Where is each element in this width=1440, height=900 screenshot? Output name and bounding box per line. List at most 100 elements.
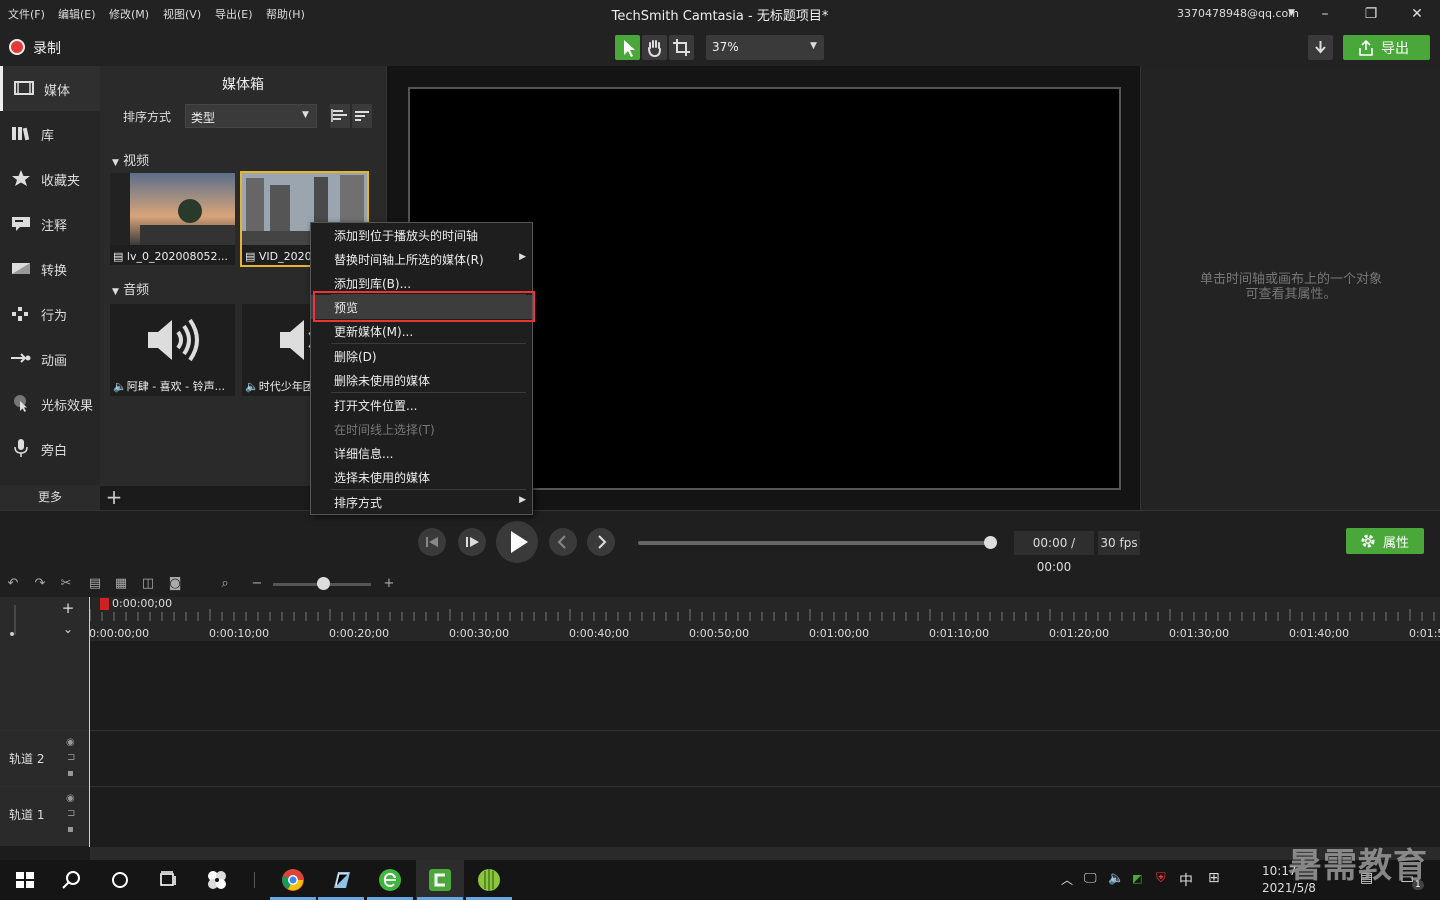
menu-item-open-file-location[interactable]: 打开文件位置...: [311, 393, 532, 417]
zoom-out-icon[interactable]: −: [249, 577, 265, 591]
download-button[interactable]: [1308, 35, 1333, 60]
camtasia-icon[interactable]: [428, 868, 452, 892]
add-track-plus-icon[interactable]: +: [60, 600, 76, 616]
playhead-marker[interactable]: [100, 598, 109, 610]
collapse-chevron-icon[interactable]: ⌄: [60, 621, 76, 637]
copy-icon[interactable]: ▤: [87, 577, 103, 591]
menu-item-replace-media[interactable]: 替换时间轴上所选的媒体(R) ▶: [311, 247, 532, 271]
sidebar-item-voice-narration[interactable]: 旁白: [0, 426, 100, 471]
menu-help[interactable]: 帮助(H): [266, 6, 305, 22]
melon-app-icon[interactable]: [477, 868, 501, 892]
play-button[interactable]: [496, 521, 538, 563]
sidebar-item-library[interactable]: 库: [0, 111, 100, 156]
zoom-search-icon[interactable]: ⌕: [217, 577, 233, 591]
security-shield-icon[interactable]: ⛨: [1156, 871, 1166, 886]
account-chevron-icon[interactable]: ▼: [1288, 8, 1295, 18]
redo-icon[interactable]: ↷: [32, 577, 48, 591]
video-section-header[interactable]: ▼ 视频: [112, 150, 149, 169]
menu-item-select-unused[interactable]: 选择未使用的媒体: [311, 465, 532, 489]
sidebar-item-animations[interactable]: 动画: [0, 336, 100, 381]
caret-down-icon: ▼: [112, 158, 119, 168]
menu-item-sort-by[interactable]: 排序方式 ▶: [311, 490, 532, 514]
audio-icon[interactable]: ▪: [67, 824, 74, 835]
menu-item-update-media[interactable]: 更新媒体(M)...: [311, 319, 532, 343]
menu-item-delete-unused[interactable]: 删除未使用的媒体: [311, 368, 532, 392]
playback-progress-knob[interactable]: [984, 536, 997, 549]
menu-item-delete[interactable]: 删除(D): [311, 344, 532, 368]
sidebar-item-media[interactable]: 媒体: [0, 66, 100, 111]
zoom-select[interactable]: 37% ▼: [706, 35, 824, 60]
chrome-icon[interactable]: [281, 868, 305, 892]
search-icon[interactable]: [60, 868, 84, 892]
sidebar-item-cursor-effects[interactable]: 光标效果: [0, 381, 100, 426]
sidebar-item-behaviors[interactable]: 行为: [0, 291, 100, 336]
menu-item-add-to-timeline[interactable]: 添加到位于播放头的时间轴: [311, 223, 532, 247]
timeline-horizontal-scrollbar[interactable]: [90, 847, 1440, 860]
record-button[interactable]: 录制: [33, 38, 61, 58]
pan-tool-button[interactable]: [642, 35, 667, 60]
minimize-button[interactable]: –: [1313, 4, 1337, 24]
pinwheel-app-icon[interactable]: [205, 868, 229, 892]
eye-icon[interactable]: ◉: [66, 793, 75, 804]
media-thumb-video-1[interactable]: ▤ lv_0_202008052...: [110, 173, 235, 265]
undo-icon[interactable]: ↶: [5, 577, 21, 591]
track-row-1[interactable]: 轨道 1 ◉ ⊐ ▪: [0, 786, 1440, 843]
task-view-icon[interactable]: [156, 868, 180, 892]
tray-expand-chevron-icon[interactable]: ︿: [1061, 871, 1073, 888]
audio-section-header[interactable]: ▼ 音频: [112, 279, 149, 298]
track-row-2[interactable]: 轨道 2 ◉ ⊐ ▪: [0, 730, 1440, 787]
media-thumb-audio-1[interactable]: 🔈阿肆 - 喜欢 - 铃声...: [110, 304, 235, 396]
previous-marker-button[interactable]: [549, 528, 577, 556]
menu-item-select-on-timeline[interactable]: 在时间线上选择(T): [311, 417, 532, 441]
zoom-in-icon[interactable]: +: [381, 577, 397, 591]
menu-modify[interactable]: 修改(M): [109, 6, 149, 22]
menu-export[interactable]: 导出(E): [215, 6, 253, 22]
sidebar-item-transitions[interactable]: 转换: [0, 246, 100, 291]
step-back-button[interactable]: [418, 528, 446, 556]
step-forward-button[interactable]: [458, 528, 486, 556]
notepad-app-icon[interactable]: [330, 868, 354, 892]
export-button[interactable]: 导出: [1343, 35, 1430, 60]
volume-icon[interactable]: 🔈: [1108, 871, 1124, 886]
crop-tool-button[interactable]: [669, 35, 694, 60]
timeline-zoom-knob[interactable]: [317, 577, 330, 590]
ime-indicator[interactable]: 中: [1179, 870, 1193, 890]
properties-button[interactable]: 属性: [1346, 528, 1424, 554]
restore-button[interactable]: ❐: [1359, 4, 1383, 24]
split-icon[interactable]: ◫: [140, 577, 156, 591]
browser-e-icon[interactable]: [378, 868, 402, 892]
cortana-circle-icon[interactable]: [108, 868, 132, 892]
sort-ascending-button[interactable]: [330, 104, 350, 128]
paste-icon[interactable]: ▦: [113, 577, 129, 591]
record-icon[interactable]: [9, 39, 25, 55]
cut-icon[interactable]: ✂: [58, 577, 74, 591]
next-marker-button[interactable]: [587, 528, 615, 556]
sort-descending-button[interactable]: [352, 104, 372, 128]
sidebar-item-annotations[interactable]: 注释: [0, 201, 100, 246]
network-icon[interactable]: 🖵: [1084, 871, 1097, 886]
account-menu[interactable]: 3370478948@qq.com: [1177, 7, 1299, 20]
menu-item-details[interactable]: 详细信息...: [311, 441, 532, 465]
menu-file[interactable]: 文件(F): [8, 6, 45, 22]
close-button[interactable]: ✕: [1405, 4, 1429, 24]
caret-down-icon: ▼: [112, 287, 119, 297]
library-icon: [12, 127, 30, 141]
select-tool-button[interactable]: [615, 35, 640, 60]
playback-progress-track[interactable]: [638, 541, 990, 545]
sidebar-item-favorites[interactable]: 收藏夹: [0, 156, 100, 201]
menu-edit[interactable]: 编辑(E): [58, 6, 96, 22]
track-height-slider-icon[interactable]: [9, 603, 21, 637]
add-tab-plus-icon[interactable]: +: [104, 485, 124, 509]
eye-icon[interactable]: ◉: [66, 737, 75, 748]
sort-by-select[interactable]: 类型 ▼: [185, 104, 317, 128]
lock-icon[interactable]: ⊐: [67, 752, 75, 763]
windows-start-icon[interactable]: [13, 868, 37, 892]
more-button[interactable]: 更多: [0, 485, 100, 510]
menu-view[interactable]: 视图(V): [163, 6, 201, 22]
nvidia-icon[interactable]: ◩: [1132, 872, 1142, 885]
ime-mode-icon[interactable]: ⊞: [1208, 870, 1220, 886]
audio-icon[interactable]: ▪: [67, 768, 74, 779]
lock-icon[interactable]: ⊐: [67, 808, 75, 819]
snapshot-camera-icon[interactable]: ◙: [167, 577, 183, 591]
timeline-ruler[interactable]: [89, 597, 1440, 641]
